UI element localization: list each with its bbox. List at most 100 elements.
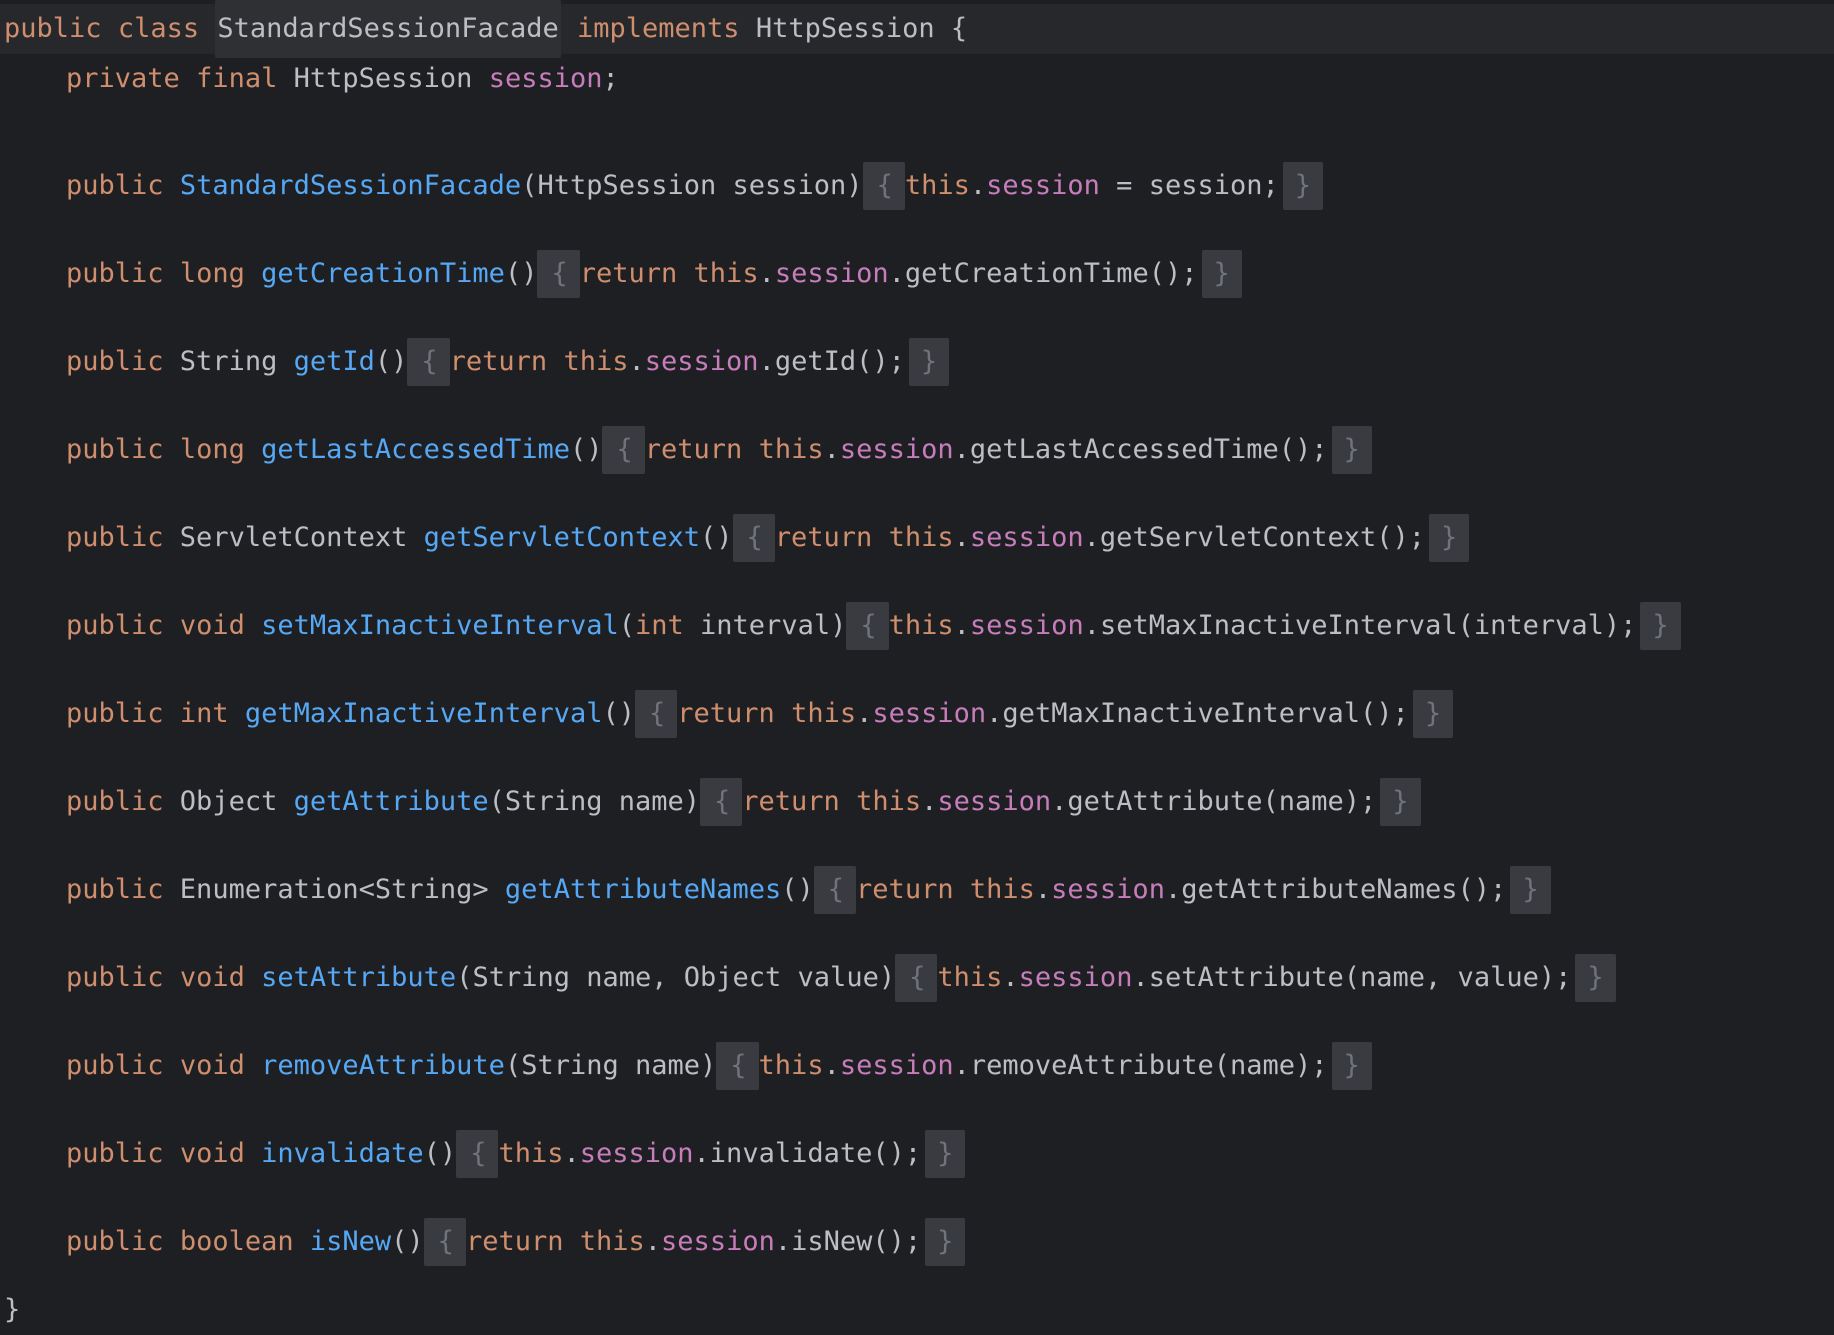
body-token-kw: return xyxy=(644,434,743,465)
body-token-fld: session xyxy=(872,698,987,729)
field-semicolon: ; xyxy=(602,63,619,94)
fold-open-marker[interactable]: { xyxy=(895,954,938,1002)
token-plain: (String name) xyxy=(504,1050,717,1081)
fold-close-marker[interactable]: } xyxy=(1380,778,1421,826)
fold-close-marker[interactable]: } xyxy=(1510,866,1551,914)
fold-open-marker[interactable]: { xyxy=(846,602,889,650)
interface-name[interactable]: HttpSession xyxy=(756,4,935,54)
fold-open-marker[interactable]: { xyxy=(602,426,645,474)
body-token-plain: . xyxy=(758,258,775,289)
method-line-setAttribute[interactable]: public void setAttribute (String name, Ob… xyxy=(0,934,1834,1022)
fold-close-marker[interactable]: } xyxy=(908,338,950,386)
code-editor[interactable]: public class StandardSessionFacade imple… xyxy=(0,0,1834,1325)
token-fn[interactable]: getCreationTime xyxy=(261,249,505,299)
body-token-kw: return xyxy=(677,698,775,729)
fold-open-marker[interactable]: { xyxy=(700,778,743,826)
body-token-fld: session xyxy=(1018,962,1133,993)
fold-close-marker[interactable]: } xyxy=(1331,1042,1372,1090)
class-declaration-line[interactable]: public class StandardSessionFacade imple… xyxy=(0,0,1834,58)
body-token-plain xyxy=(742,425,758,475)
token-fn[interactable]: getId xyxy=(294,337,375,387)
body-token-kw: this xyxy=(888,522,954,553)
token-fn[interactable]: getMaxInactiveInterval xyxy=(245,689,603,739)
fold-open-marker[interactable]: { xyxy=(407,338,450,386)
fold-close-marker[interactable]: } xyxy=(1640,602,1681,650)
fold-close-marker[interactable]: } xyxy=(1331,426,1372,474)
body-token-fld: session xyxy=(969,522,1084,553)
body-token-plain xyxy=(954,865,970,915)
body-token-plain: .setMaxInactiveInterval(interval); xyxy=(1083,610,1637,641)
token-kw: public xyxy=(66,1050,164,1081)
method-line-isNew[interactable]: public boolean isNew(){return this. sessi… xyxy=(0,1198,1834,1286)
field-declaration-line[interactable]: private final HttpSession session; xyxy=(0,54,1834,104)
method-line-getServletContext[interactable]: public ServletContext getServletContext(… xyxy=(0,494,1834,582)
token-fn[interactable]: invalidate xyxy=(261,1129,424,1179)
body-token-kw: this xyxy=(563,346,629,377)
token-kw: int xyxy=(635,610,684,641)
fold-close-marker[interactable]: } xyxy=(925,1130,966,1178)
body-token-kw: this xyxy=(904,170,970,201)
fold-open-marker[interactable]: { xyxy=(537,250,580,298)
method-line-invalidate[interactable]: public void invalidate(){this. session .in… xyxy=(0,1110,1834,1198)
body-token-plain xyxy=(677,249,693,299)
body-token-plain: .invalidate(); xyxy=(693,1138,922,1169)
method-line-getMaxInactiveInterval[interactable]: public int getMaxInactiveInterval(){retu… xyxy=(0,670,1834,758)
fold-close-marker[interactable]: } xyxy=(1575,954,1616,1002)
body-token-plain: . xyxy=(644,1226,662,1257)
token-plain: (String name, Object value) xyxy=(456,962,896,993)
fold-close-marker[interactable]: } xyxy=(925,1218,966,1266)
token-fn[interactable]: getAttribute xyxy=(294,777,489,827)
fold-close-marker[interactable]: } xyxy=(1412,690,1454,738)
token-kw: public xyxy=(66,786,164,817)
token-fn[interactable]: setAttribute xyxy=(261,953,456,1003)
method-line-getAttributeNames[interactable]: public Enumeration<String> getAttributeN… xyxy=(0,846,1834,934)
fold-close-marker[interactable]: } xyxy=(1429,514,1470,562)
body-token-plain: .getAttributeNames(); xyxy=(1164,874,1507,905)
fold-open-marker[interactable]: { xyxy=(635,690,678,738)
token-kw: public xyxy=(66,170,164,201)
body-token-plain: .setAttribute(name, value); xyxy=(1132,962,1572,993)
method-line-removeAttribute[interactable]: public void removeAttribute (String name)… xyxy=(0,1022,1834,1110)
body-token-plain xyxy=(840,777,856,827)
fold-open-marker[interactable]: { xyxy=(732,514,775,562)
token-kw: public xyxy=(66,1226,164,1257)
token-plain: () xyxy=(504,258,538,289)
token-kw: public xyxy=(66,346,164,377)
method-line-getId[interactable]: public String getId(){return this. sessio… xyxy=(0,318,1834,406)
class-close-brace: } xyxy=(4,1294,21,1325)
class-closing-line[interactable]: } xyxy=(0,1286,1834,1334)
token-fn[interactable]: getServletContext xyxy=(424,513,700,563)
token-fn[interactable]: removeAttribute xyxy=(261,1041,505,1091)
body-token-plain: .getAttribute(name); xyxy=(1051,786,1377,817)
method-line-ctor[interactable]: public StandardSessionFacade (HttpSession… xyxy=(0,142,1834,230)
body-token-fld: session xyxy=(579,1138,694,1169)
method-line-setMaxInactiveInterval[interactable]: public void setMaxInactiveInterval(int i… xyxy=(0,582,1834,670)
fold-close-marker[interactable]: } xyxy=(1201,250,1242,298)
fold-open-marker[interactable]: { xyxy=(456,1130,499,1178)
token-fn[interactable]: getAttributeNames xyxy=(505,865,781,915)
method-line-getLastAccessedTime[interactable]: public long getLastAccessedTime(){return… xyxy=(0,406,1834,494)
field-name[interactable]: session xyxy=(489,54,603,104)
method-line-getCreationTime[interactable]: public long getCreationTime(){return thi… xyxy=(0,230,1834,318)
fold-open-marker[interactable]: { xyxy=(862,162,905,210)
fold-open-marker[interactable]: { xyxy=(716,1042,759,1090)
fold-open-marker[interactable]: { xyxy=(813,866,857,914)
method-line-getAttribute[interactable]: public Object getAttribute (String name){… xyxy=(0,758,1834,846)
body-token-kw: this xyxy=(791,698,857,729)
token-fn[interactable]: setMaxInactiveInterval xyxy=(261,601,619,651)
fold-close-marker[interactable]: } xyxy=(1282,162,1323,210)
token-plain: String xyxy=(163,346,294,377)
token-fn[interactable]: StandardSessionFacade xyxy=(180,161,521,211)
token-plain: () xyxy=(781,874,814,905)
fold-open-marker[interactable]: { xyxy=(423,1218,466,1266)
keyword-final: final xyxy=(196,63,278,94)
token-fn[interactable]: getLastAccessedTime xyxy=(261,425,570,475)
body-token-kw: return xyxy=(449,346,548,377)
token-kw: int xyxy=(179,698,229,729)
token-fn[interactable]: isNew xyxy=(310,1217,391,1267)
class-name[interactable]: StandardSessionFacade xyxy=(215,0,561,58)
